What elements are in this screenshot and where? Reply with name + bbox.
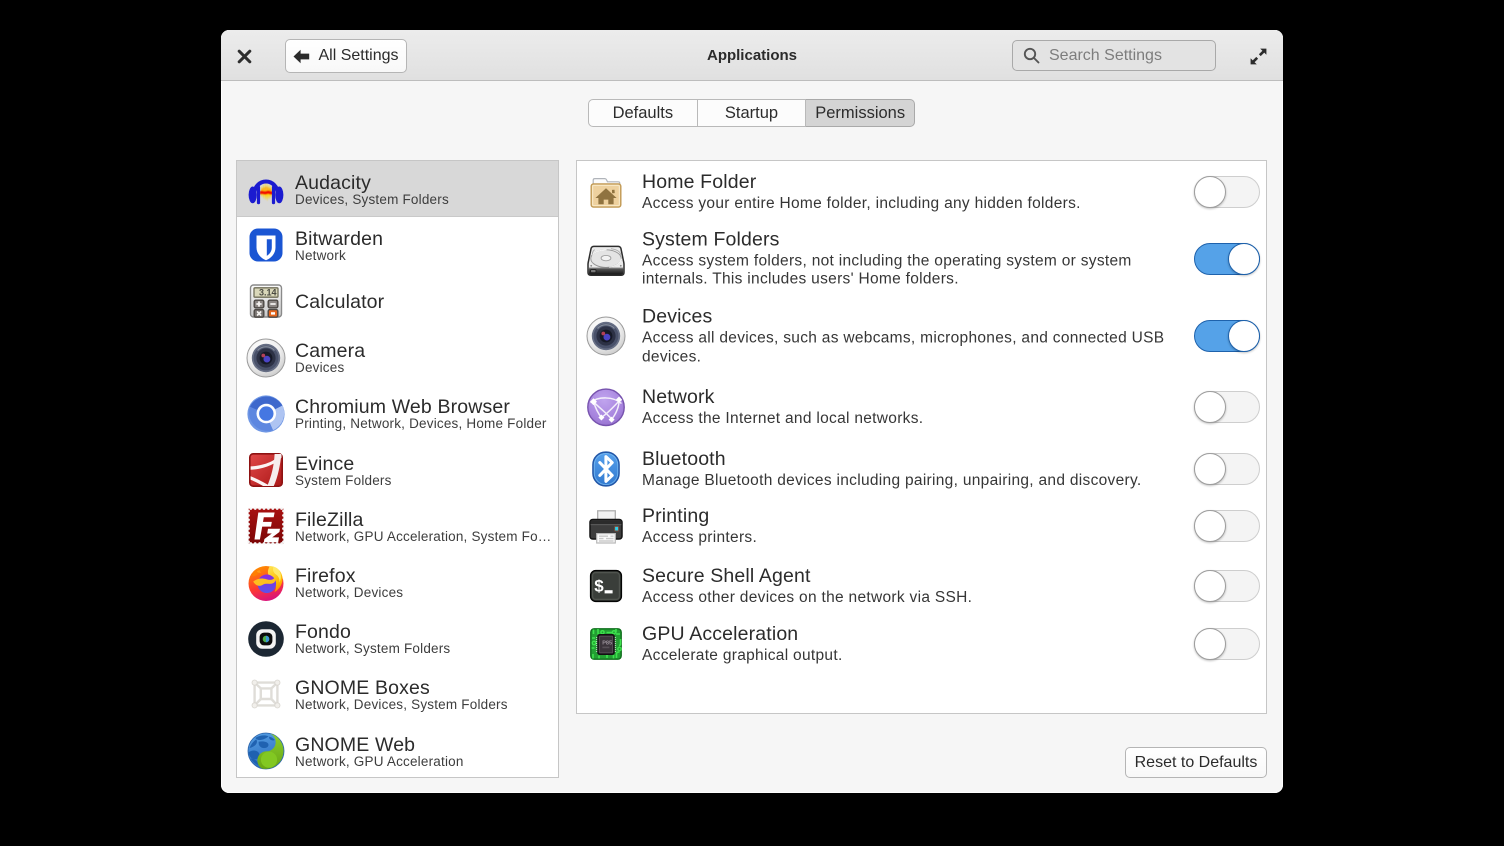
svg-text:3.14: 3.14 — [259, 288, 277, 298]
svg-text:$: $ — [594, 577, 604, 596]
svg-text:P85: P85 — [602, 641, 612, 647]
